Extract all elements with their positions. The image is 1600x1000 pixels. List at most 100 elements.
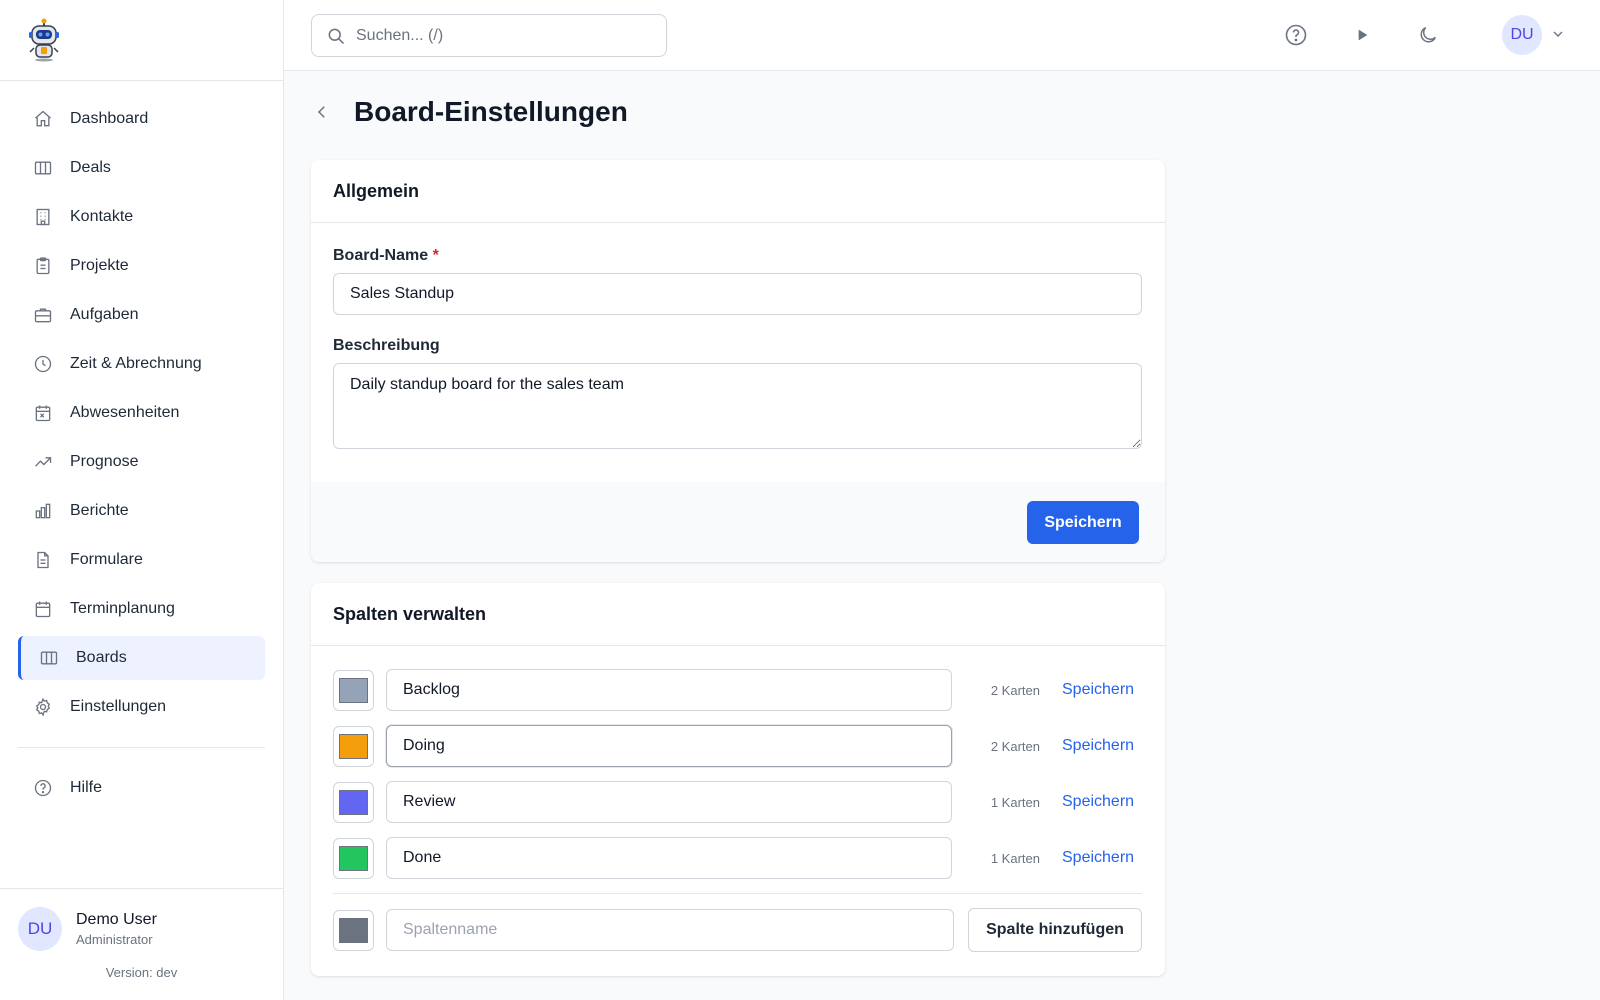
sidebar-item-kontakte[interactable]: Kontakte (18, 195, 265, 239)
gear-icon (32, 696, 54, 718)
document-icon (32, 549, 54, 571)
column-name-input[interactable] (386, 725, 952, 767)
search-input[interactable] (356, 26, 636, 45)
color-picker[interactable] (333, 669, 374, 711)
clipboard-icon (32, 255, 54, 277)
column-row: 2 Karten Speichern (333, 725, 1143, 767)
sidebar-item-label: Dashboard (70, 110, 149, 127)
required-marker: * (432, 247, 439, 264)
calendar-icon (32, 598, 54, 620)
sidebar-item-terminplanung[interactable]: Terminplanung (18, 587, 265, 631)
user-profile[interactable]: DU Demo User Administrator (0, 889, 283, 951)
page-title: Board-Einstellungen (354, 96, 628, 127)
column-row: 2 Karten Speichern (333, 669, 1143, 711)
new-column-row: Spalte hinzufügen (333, 908, 1143, 952)
board-name-label: Board-Name * (333, 247, 1143, 265)
search-box[interactable] (311, 14, 667, 57)
column-name-input[interactable] (386, 781, 952, 823)
briefcase-icon (32, 304, 54, 326)
sidebar-item-label: Deals (70, 159, 111, 176)
chevron-down-icon[interactable] (1550, 26, 1566, 47)
add-column-button[interactable]: Spalte hinzufügen (968, 908, 1142, 952)
save-column-button[interactable]: Speichern (1062, 737, 1134, 755)
avatar: DU (18, 907, 62, 951)
bar-chart-icon (32, 500, 54, 522)
user-role: Administrator (76, 932, 153, 947)
sidebar-item-projekte[interactable]: Projekte (18, 244, 265, 288)
sidebar-item-dashboard[interactable]: Dashboard (18, 97, 265, 141)
color-picker[interactable] (333, 837, 374, 879)
sidebar-item-label: Formulare (70, 551, 143, 568)
card-count: 2 Karten (990, 682, 1040, 698)
sidebar-item-deals[interactable]: Deals (18, 146, 265, 190)
sidebar-item-boards[interactable]: Boards (18, 636, 265, 680)
top-header: DU (284, 0, 1600, 71)
play-icon[interactable] (1349, 22, 1375, 48)
trending-up-icon (32, 451, 54, 473)
clock-icon (32, 353, 54, 375)
columns-icon (38, 647, 60, 669)
card-count: 1 Karten (990, 850, 1040, 866)
card-count: 1 Karten (990, 794, 1040, 810)
building-icon (32, 206, 54, 228)
sidebar-item-label: Berichte (70, 502, 129, 519)
general-card-footer: Speichern (311, 482, 1165, 562)
sidebar-item-label: Projekte (70, 257, 129, 274)
columns-divider (333, 893, 1142, 894)
page-header: Board-Einstellungen (310, 96, 628, 128)
sidebar-item-label: Terminplanung (70, 600, 175, 617)
description-textarea[interactable]: Daily standup board for the sales team (333, 363, 1142, 449)
sidebar-item-label: Hilfe (70, 779, 103, 796)
color-swatch (339, 789, 368, 815)
sidebar-item-label: Boards (76, 649, 127, 666)
help-circle-icon (32, 777, 54, 799)
column-name-input[interactable] (386, 837, 952, 879)
description-label: Beschreibung (333, 337, 440, 354)
general-card: Allgemein Board-Name * Beschreibung Dail… (311, 160, 1165, 562)
version-label: Version: dev (105, 965, 178, 980)
sidebar-item-abwesenheiten[interactable]: Abwesenheiten (18, 391, 265, 435)
home-icon (32, 108, 54, 130)
save-column-button[interactable]: Speichern (1062, 849, 1134, 867)
column-row: 1 Karten Speichern (333, 837, 1143, 879)
sidebar-item-label: Abwesenheiten (70, 404, 180, 421)
sidebar-item-hilfe[interactable]: Hilfe (18, 766, 265, 810)
columns-card-title: Spalten verwalten (311, 583, 1165, 646)
color-picker[interactable] (333, 781, 374, 823)
sidebar-item-label: Prognose (70, 453, 139, 470)
sidebar-item-prognose[interactable]: Prognose (18, 440, 265, 484)
board-name-label-text: Board-Name (333, 247, 429, 264)
color-swatch (339, 677, 368, 703)
moon-icon[interactable] (1415, 22, 1441, 48)
sidebar-divider (18, 747, 265, 748)
back-chevron-icon[interactable] (310, 100, 334, 124)
save-column-button[interactable]: Speichern (1062, 681, 1134, 699)
save-button[interactable]: Speichern (1027, 501, 1139, 544)
color-picker[interactable] (333, 909, 374, 951)
column-row: 1 Karten Speichern (333, 781, 1143, 823)
save-column-button[interactable]: Speichern (1062, 793, 1134, 811)
column-name-input[interactable] (386, 669, 952, 711)
sidebar-item-label: Einstellungen (70, 698, 167, 715)
help-circle-icon[interactable] (1283, 22, 1309, 48)
board-name-input[interactable] (333, 273, 1142, 315)
color-swatch (339, 733, 368, 759)
sidebar-item-aufgaben[interactable]: Aufgaben (18, 293, 265, 337)
color-swatch (339, 917, 368, 943)
robot-logo[interactable] (26, 18, 62, 62)
sidebar-item-label: Zeit & Abrechnung (70, 355, 202, 372)
sidebar-item-zeit-abrechnung[interactable]: Zeit & Abrechnung (18, 342, 265, 386)
sidebar-item-berichte[interactable]: Berichte (18, 489, 265, 533)
general-card-title: Allgemein (311, 160, 1165, 223)
columns-icon (32, 157, 54, 179)
color-picker[interactable] (333, 725, 374, 767)
header-avatar[interactable]: DU (1502, 15, 1542, 55)
search-icon (326, 26, 346, 46)
color-swatch (339, 845, 368, 871)
user-name: Demo User (76, 911, 157, 928)
sidebar-footer: DU Demo User Administrator Version: dev (0, 888, 283, 1000)
new-column-name-input[interactable] (386, 909, 954, 951)
sidebar-item-formulare[interactable]: Formulare (18, 538, 265, 582)
sidebar-nav: Dashboard Deals Kontakte Projekte Aufgab… (0, 81, 283, 810)
sidebar-item-einstellungen[interactable]: Einstellungen (18, 685, 265, 729)
